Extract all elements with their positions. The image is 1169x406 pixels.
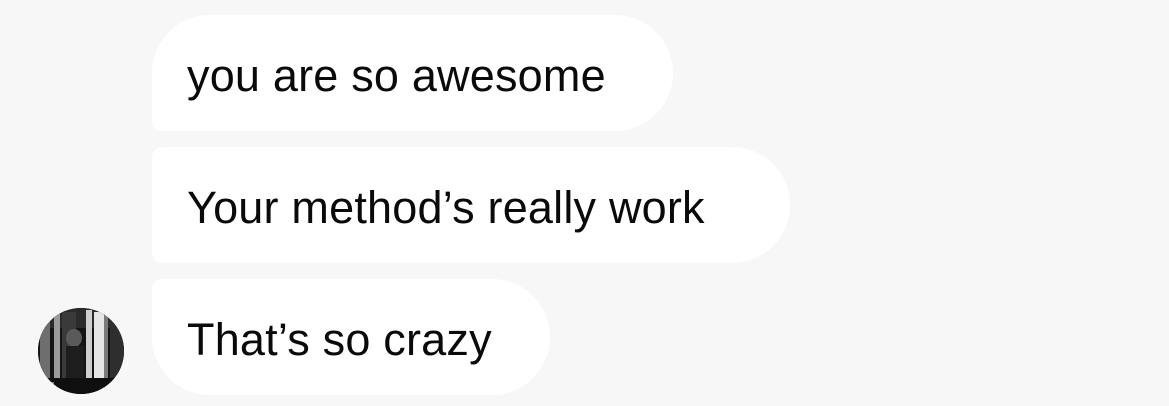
message-bubble[interactable]: That’s so crazy	[152, 279, 550, 395]
sender-avatar[interactable]	[38, 308, 124, 394]
message-bubble[interactable]: Your method’s really work	[152, 147, 790, 263]
message-text: Your method’s really work	[187, 181, 705, 233]
message-thread: you are so awesome Your method’s really …	[0, 0, 1169, 406]
message-text: That’s so crazy	[187, 313, 492, 365]
message-text: you are so awesome	[187, 49, 606, 101]
avatar-photo-icon	[38, 308, 124, 394]
message-bubble[interactable]: you are so awesome	[152, 15, 673, 131]
